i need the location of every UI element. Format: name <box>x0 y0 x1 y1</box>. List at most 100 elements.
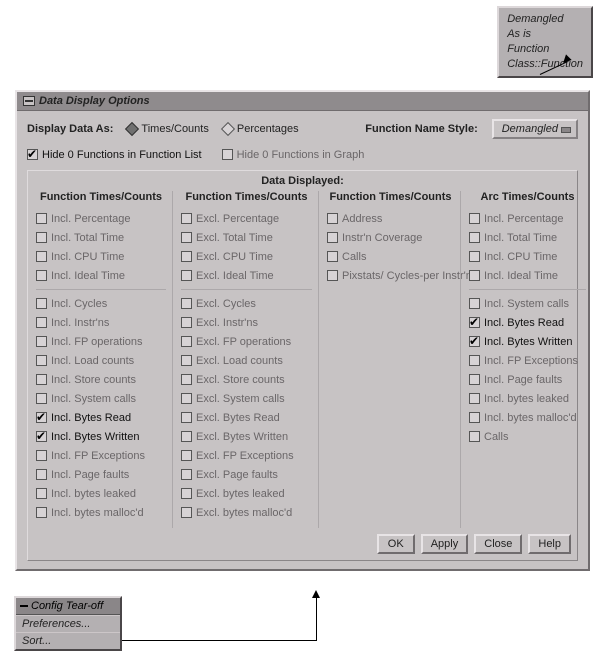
window-menu-icon[interactable] <box>23 96 35 106</box>
apply-button[interactable]: Apply <box>421 534 469 554</box>
checkbox-item[interactable]: Incl. CPU Time <box>36 247 166 266</box>
panel-title: Data Displayed: <box>28 171 577 191</box>
checkbox-icon <box>327 270 338 281</box>
checkbox-item[interactable]: Incl. Total Time <box>469 228 586 247</box>
checkbox-item[interactable]: Incl. Store counts <box>36 370 166 389</box>
checkbox-icon <box>469 251 480 262</box>
checkbox-item[interactable]: Incl. Total Time <box>36 228 166 247</box>
checkbox-item[interactable]: Incl. bytes malloc'd <box>469 408 586 427</box>
checkbox-item[interactable]: Incl. Page faults <box>469 370 586 389</box>
checkbox-icon <box>181 507 192 518</box>
checkbox-item[interactable]: Address <box>327 209 454 228</box>
checkbox-icon <box>36 213 47 224</box>
checkbox-item[interactable]: Incl. FP Exceptions <box>469 351 586 370</box>
close-button[interactable]: Close <box>474 534 522 554</box>
checkbox-item[interactable]: Excl. Percentage <box>181 209 312 228</box>
checkbox-item[interactable]: Incl. Instr'ns <box>36 313 166 332</box>
checkbox-item[interactable]: Incl. Cycles <box>36 294 166 313</box>
display-as-percentages[interactable]: Percentages <box>223 123 299 135</box>
checkbox-item[interactable]: Incl. bytes malloc'd <box>36 503 166 522</box>
checkbox-icon <box>36 298 47 309</box>
checkbox-item[interactable]: Excl. Ideal Time <box>181 266 312 285</box>
checkbox-item[interactable]: Incl. Percentage <box>469 209 586 228</box>
checkbox-item[interactable]: Calls <box>469 427 586 446</box>
checkbox-item[interactable]: Excl. bytes malloc'd <box>181 503 312 522</box>
display-data-as-label: Display Data As: <box>27 123 113 135</box>
checkbox-icon <box>469 336 480 347</box>
checkbox-icon <box>36 450 47 461</box>
checkbox-item[interactable]: Incl. Ideal Time <box>36 266 166 285</box>
checkbox-icon <box>327 232 338 243</box>
checkbox-item[interactable]: Excl. Load counts <box>181 351 312 370</box>
checkbox-icon <box>181 213 192 224</box>
data-display-options-window: Data Display Options Display Data As: Ti… <box>15 90 590 571</box>
checkbox-item[interactable]: Incl. CPU Time <box>469 247 586 266</box>
checkbox-item[interactable]: Incl. Bytes Written <box>36 427 166 446</box>
checkbox-item[interactable]: Excl. Instr'ns <box>181 313 312 332</box>
checkbox-icon <box>469 298 480 309</box>
diamond-icon <box>125 122 139 136</box>
checkbox-item[interactable]: Excl. Total Time <box>181 228 312 247</box>
checkbox-item[interactable]: Incl. System calls <box>469 294 586 313</box>
tearoff-title[interactable]: Config Tear-off <box>16 598 120 615</box>
checkbox-icon <box>469 270 480 281</box>
checkbox-item[interactable]: Excl. Page faults <box>181 465 312 484</box>
tearoff-item-sort[interactable]: Sort... <box>16 632 120 649</box>
fn-name-style-dropdown[interactable]: Demangled <box>492 119 578 139</box>
hide-0-in-list[interactable]: Hide 0 Functions in Function List <box>27 145 202 164</box>
checkbox-icon <box>36 355 47 366</box>
checkbox-icon <box>469 393 480 404</box>
checkbox-item[interactable]: Excl. FP Exceptions <box>181 446 312 465</box>
checkbox-icon <box>181 488 192 499</box>
checkbox-icon <box>469 374 480 385</box>
checkbox-item[interactable]: Instr'n Coverage <box>327 228 454 247</box>
popup-item[interactable]: Function <box>507 42 583 57</box>
checkbox-icon <box>36 336 47 347</box>
help-button[interactable]: Help <box>528 534 571 554</box>
checkbox-icon <box>36 507 47 518</box>
checkbox-item[interactable]: Excl. bytes leaked <box>181 484 312 503</box>
checkbox-icon <box>36 412 47 423</box>
ok-button[interactable]: OK <box>377 534 415 554</box>
checkbox-icon <box>181 232 192 243</box>
popup-item[interactable]: As is <box>507 27 583 42</box>
checkbox-item[interactable]: Incl. System calls <box>36 389 166 408</box>
checkbox-item[interactable]: Incl. Bytes Written <box>469 332 586 351</box>
checkbox-item[interactable]: Incl. FP operations <box>36 332 166 351</box>
checkbox-item[interactable]: Incl. FP Exceptions <box>36 446 166 465</box>
checkbox-icon <box>222 149 233 160</box>
display-as-times[interactable]: Times/Counts <box>127 123 208 135</box>
tearoff-item-preferences[interactable]: Preferences... <box>16 615 120 632</box>
checkbox-item[interactable]: Calls <box>327 247 454 266</box>
col-1: Function Times/Counts Incl. PercentageIn… <box>28 191 172 528</box>
checkbox-item[interactable]: Incl. Percentage <box>36 209 166 228</box>
checkbox-item[interactable]: Excl. CPU Time <box>181 247 312 266</box>
col-3: Function Times/Counts AddressInstr'n Cov… <box>318 191 460 528</box>
checkbox-item[interactable]: Incl. bytes leaked <box>469 389 586 408</box>
checkbox-item[interactable]: Excl. FP operations <box>181 332 312 351</box>
checkbox-item[interactable]: Excl. Bytes Read <box>181 408 312 427</box>
popup-item[interactable]: Demangled <box>507 12 583 27</box>
checkbox-item[interactable]: Excl. Store counts <box>181 370 312 389</box>
checkbox-icon <box>469 431 480 442</box>
checkbox-icon <box>327 213 338 224</box>
checkbox-item[interactable]: Excl. Bytes Written <box>181 427 312 446</box>
titlebar[interactable]: Data Display Options <box>17 92 588 111</box>
checkbox-item[interactable]: Pixstats/ Cycles-per Instr'n <box>327 266 454 285</box>
checkbox-item[interactable]: Incl. bytes leaked <box>36 484 166 503</box>
checkbox-item[interactable]: Incl. Load counts <box>36 351 166 370</box>
checkbox-item[interactable]: Excl. System calls <box>181 389 312 408</box>
checkbox-item[interactable]: Incl. Bytes Read <box>36 408 166 427</box>
checkbox-icon <box>36 251 47 262</box>
checkbox-item[interactable]: Incl. Bytes Read <box>469 313 586 332</box>
checkbox-icon <box>181 374 192 385</box>
hide-0-in-graph[interactable]: Hide 0 Functions in Graph <box>222 145 365 164</box>
checkbox-item[interactable]: Excl. Cycles <box>181 294 312 313</box>
checkbox-icon <box>181 431 192 442</box>
checkbox-icon <box>27 149 38 160</box>
checkbox-item[interactable]: Incl. Ideal Time <box>469 266 586 285</box>
checkbox-icon <box>36 469 47 480</box>
checkbox-icon <box>469 232 480 243</box>
checkbox-icon <box>181 393 192 404</box>
checkbox-item[interactable]: Incl. Page faults <box>36 465 166 484</box>
